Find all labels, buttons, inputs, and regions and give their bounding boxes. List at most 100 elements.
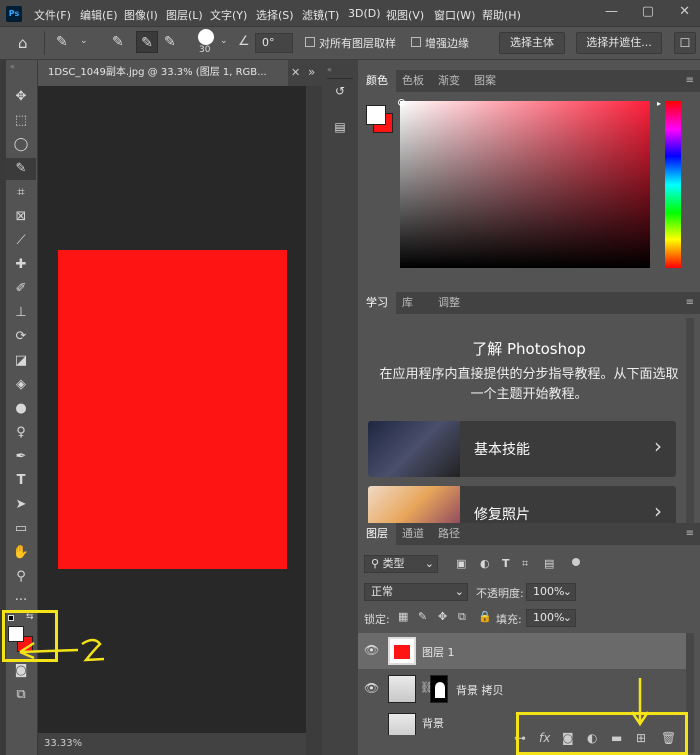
rectangle-tool-icon[interactable]: ▭ xyxy=(6,518,36,540)
enhance-edge-checkbox[interactable] xyxy=(411,37,421,47)
card-label: 基本技能 xyxy=(474,442,530,458)
zoom-tool-icon[interactable]: ⚲ xyxy=(6,566,36,588)
type-tool-icon[interactable]: T xyxy=(6,470,36,492)
menu-3d[interactable]: 3D(D) xyxy=(348,7,381,20)
quick-selection-tool-icon[interactable]: ✎ xyxy=(6,158,36,180)
fill-value: 100% xyxy=(533,611,565,624)
restore-icon[interactable]: ▢ xyxy=(642,4,654,19)
collapse-icon[interactable]: « xyxy=(10,62,15,71)
panel-menu-icon[interactable]: ≡ xyxy=(686,75,694,86)
close-document-icon[interactable]: ✕ xyxy=(291,66,300,79)
type-filter-icon[interactable]: T xyxy=(502,557,510,570)
tab-patterns[interactable]: 图案 xyxy=(466,70,504,92)
annotation-number-drawing xyxy=(81,638,105,662)
menu-edit[interactable]: 编辑(E) xyxy=(80,7,118,23)
new-selection-brush-icon[interactable]: ✎ xyxy=(112,34,124,50)
properties-panel-icon[interactable]: ▤ xyxy=(326,114,354,140)
brush-tool-icon[interactable]: ✐ xyxy=(6,278,36,300)
menu-file[interactable]: 文件(F) xyxy=(34,7,71,23)
home-icon[interactable]: ⌂ xyxy=(18,34,28,52)
smart-object-filter-icon[interactable]: ▤ xyxy=(544,557,554,570)
clone-stamp-tool-icon[interactable]: ⊥ xyxy=(6,302,36,324)
lock-all-icon[interactable]: 🔒 xyxy=(478,610,492,623)
dodge-tool-icon[interactable]: ♀ xyxy=(6,422,36,444)
blend-mode-dropdown[interactable]: 正常 ⌄ xyxy=(364,583,468,601)
history-panel-icon[interactable]: ↺ xyxy=(326,78,354,104)
opacity-field[interactable]: 100% ⌄ xyxy=(526,583,576,601)
hue-slider[interactable] xyxy=(665,101,681,268)
lasso-tool-icon[interactable]: ◯ xyxy=(6,134,36,156)
sample-all-layers-checkbox[interactable] xyxy=(305,37,315,47)
lock-position-icon[interactable]: ✥ xyxy=(438,610,447,623)
canvas-layer-fill[interactable] xyxy=(58,250,287,569)
zoom-level[interactable]: 33.33% xyxy=(44,738,82,749)
menu-window[interactable]: 窗口(W) xyxy=(434,7,475,23)
add-panel-icon[interactable]: ☐ xyxy=(674,32,696,54)
menu-type[interactable]: 文字(Y) xyxy=(210,7,247,23)
document-scrollbar[interactable] xyxy=(306,86,322,755)
tab-overflow-icon[interactable]: » xyxy=(308,65,315,79)
tab-gradients[interactable]: 渐变 xyxy=(430,70,468,92)
angle-field[interactable]: 0° xyxy=(255,33,293,53)
color-panel-foreground-swatch[interactable] xyxy=(366,105,386,125)
chevron-down-icon[interactable]: ⌄ xyxy=(80,36,88,46)
menu-view[interactable]: 视图(V) xyxy=(386,7,424,23)
lock-artboard-icon[interactable]: ⧉ xyxy=(458,610,466,624)
fill-field[interactable]: 100% ⌄ xyxy=(526,609,576,627)
tab-channels[interactable]: 通道 xyxy=(394,523,432,545)
hand-tool-icon[interactable]: ✋ xyxy=(6,542,36,564)
subtract-selection-brush-icon[interactable]: ✎ xyxy=(164,34,176,50)
minimize-icon[interactable]: — xyxy=(605,4,618,19)
shape-filter-icon[interactable]: ⌗ xyxy=(522,557,528,571)
pen-tool-icon[interactable]: ✒ xyxy=(6,446,36,468)
quick-selection-preset-icon[interactable]: ✎ xyxy=(56,34,68,50)
tab-paths[interactable]: 路径 xyxy=(430,523,468,545)
brush-chevron-icon[interactable]: ⌄ xyxy=(220,36,228,46)
color-picker-handle[interactable] xyxy=(398,99,405,106)
panel-menu-icon[interactable]: ≡ xyxy=(686,528,694,539)
close-icon[interactable]: ✕ xyxy=(679,4,690,19)
learn-card-retouch[interactable]: 修复照片 › xyxy=(368,486,676,523)
paint-bucket-tool-icon[interactable]: ◈ xyxy=(6,374,36,396)
marquee-tool-icon[interactable]: ⬚ xyxy=(6,110,36,132)
eye-icon[interactable]: 👁 xyxy=(364,681,379,695)
move-tool-icon[interactable]: ✥ xyxy=(6,86,36,108)
eraser-tool-icon[interactable]: ◪ xyxy=(6,350,36,372)
chevron-down-icon: ⌄ xyxy=(562,585,572,598)
collapse-icon[interactable]: « xyxy=(327,65,332,74)
menu-image[interactable]: 图像(I) xyxy=(124,7,158,23)
layer-filter-dropdown[interactable]: ⚲ 类型 ⌄ xyxy=(364,555,438,573)
tab-swatches[interactable]: 色板 xyxy=(394,70,432,92)
pixel-filter-icon[interactable]: ▣ xyxy=(456,557,466,570)
hue-slider-handle-icon[interactable]: ▸ xyxy=(657,99,661,108)
frame-tool-icon[interactable]: ⊠ xyxy=(6,206,36,228)
eye-icon[interactable]: 👁 xyxy=(364,643,379,657)
add-to-selection-brush-icon[interactable]: ✎ xyxy=(136,31,158,53)
opacity-value: 100% xyxy=(533,585,565,598)
screen-mode-icon[interactable]: ⧉ xyxy=(6,684,36,706)
menu-help[interactable]: 帮助(H) xyxy=(482,7,521,23)
blur-tool-icon[interactable]: ● xyxy=(6,398,36,420)
learn-card-basic-skills[interactable]: 基本技能 › xyxy=(368,421,676,477)
crop-tool-icon[interactable]: ⌗ xyxy=(6,182,36,204)
more-tools-icon[interactable]: ··· xyxy=(6,590,36,612)
color-picker-field[interactable] xyxy=(400,101,650,268)
menu-select[interactable]: 选择(S) xyxy=(256,7,294,23)
tab-layers[interactable]: 图层 xyxy=(358,523,396,545)
tab-color[interactable]: 颜色 xyxy=(358,70,396,92)
lock-transparent-icon[interactable]: ▦ xyxy=(398,610,408,623)
document-tab[interactable]: 1DSC_1049副本.jpg @ 33.3% (图层 1, RGB... xyxy=(38,60,288,86)
layer-row-layer1[interactable]: 👁 图层 1 xyxy=(358,633,686,669)
menu-layer[interactable]: 图层(L) xyxy=(166,7,203,23)
lock-image-icon[interactable]: ✎ xyxy=(418,610,427,623)
eyedropper-tool-icon[interactable]: ⟋ xyxy=(6,230,36,252)
path-selection-tool-icon[interactable]: ➤ xyxy=(6,494,36,516)
menu-filter[interactable]: 滤镜(T) xyxy=(302,7,339,23)
filter-toggle-icon[interactable] xyxy=(572,558,580,566)
brush-tip-icon[interactable] xyxy=(198,29,214,45)
select-and-mask-button[interactable]: 选择并遮住... xyxy=(576,32,662,54)
select-subject-button[interactable]: 选择主体 xyxy=(499,32,565,54)
history-brush-tool-icon[interactable]: ⟳ xyxy=(6,326,36,348)
healing-brush-tool-icon[interactable]: ✚ xyxy=(6,254,36,276)
adjustment-filter-icon[interactable]: ◐ xyxy=(480,557,490,570)
